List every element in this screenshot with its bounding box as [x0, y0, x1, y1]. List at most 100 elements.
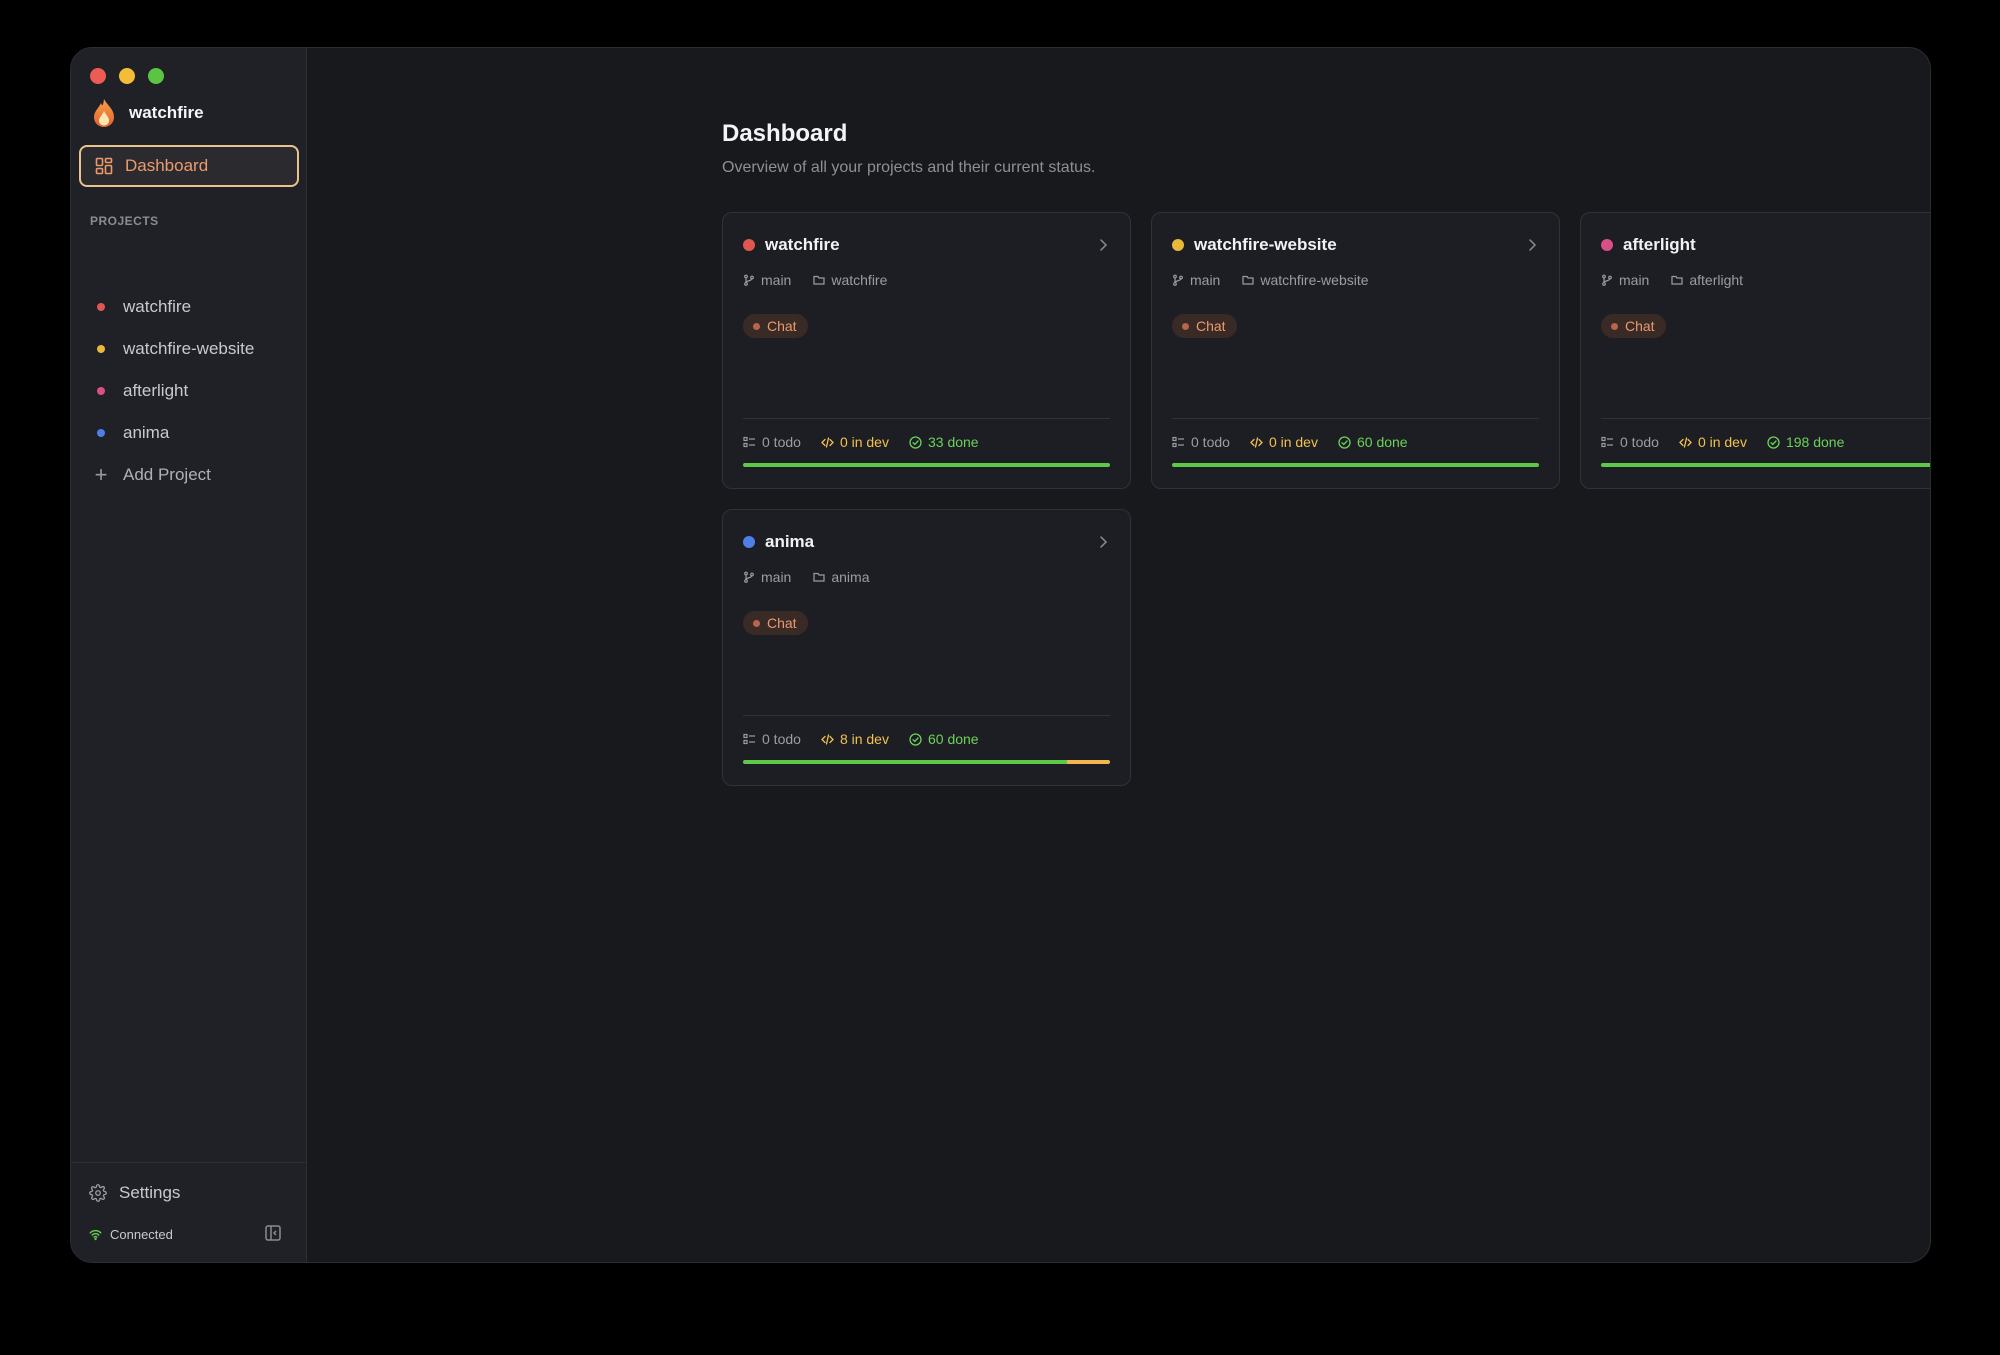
todo-count: 0 todo — [1620, 434, 1659, 450]
chat-badge[interactable]: Chat — [1172, 314, 1237, 338]
project-color-dot — [743, 239, 755, 251]
project-card-afterlight[interactable]: afterlight main afterlight Chat 0 todo 0… — [1580, 212, 1930, 489]
todo-stat: 0 todo — [743, 731, 801, 747]
check-circle-icon — [1767, 435, 1780, 449]
dashboard-grid-icon — [95, 157, 113, 175]
card-header: watchfire-website — [1172, 235, 1539, 255]
app-brand: watchfire — [91, 98, 204, 128]
settings-button[interactable]: Settings — [83, 1177, 186, 1209]
minimize-window-button[interactable] — [119, 68, 135, 84]
wifi-icon — [89, 1229, 102, 1241]
project-color-dot — [97, 345, 105, 353]
app-name: watchfire — [129, 103, 204, 122]
chat-badge[interactable]: Chat — [743, 611, 808, 635]
dev-stat: 0 in dev — [821, 434, 889, 450]
connection-status: Connected — [89, 1227, 173, 1242]
projects-section-label: PROJECTS — [90, 214, 159, 228]
app-window: watchfire Dashboard PROJECTS watchfire w… — [70, 47, 1931, 1263]
sidebar-item-afterlight[interactable]: afterlight — [79, 370, 299, 412]
folder-name: anima — [831, 569, 870, 585]
card-stats: 0 todo 0 in dev 198 done — [1601, 434, 1844, 450]
dev-count: 0 in dev — [1268, 434, 1318, 450]
page-title: Dashboard — [722, 120, 848, 147]
status-dot — [753, 619, 760, 627]
status-dot — [1182, 322, 1189, 330]
card-stats: 0 todo 0 in dev 33 done — [743, 434, 979, 450]
progress-bar — [743, 463, 1110, 467]
card-header: watchfire — [743, 235, 1110, 255]
window-controls — [90, 68, 164, 84]
sidebar-item-dashboard[interactable]: Dashboard — [79, 145, 299, 187]
project-color-dot — [97, 387, 105, 395]
todo-stat: 0 todo — [743, 434, 801, 450]
project-color-dot — [97, 303, 105, 311]
dev-stat: 8 in dev — [821, 731, 889, 747]
progress-bar — [1601, 463, 1930, 467]
chat-badge-label: Chat — [767, 318, 797, 334]
sidebar-item-label: afterlight — [123, 381, 189, 400]
dev-count: 0 in dev — [839, 434, 889, 450]
done-stat: 60 done — [909, 731, 979, 747]
add-project-label: Add Project — [123, 465, 211, 484]
chevron-right-icon[interactable] — [1525, 238, 1539, 252]
chat-badge[interactable]: Chat — [1601, 314, 1666, 338]
close-window-button[interactable] — [90, 68, 106, 84]
code-icon — [821, 436, 834, 448]
card-stats: 0 todo 0 in dev 60 done — [1172, 434, 1408, 450]
folder-icon — [813, 572, 825, 582]
dev-count: 8 in dev — [839, 731, 889, 747]
folder-icon — [1671, 275, 1683, 285]
progress-done-segment — [743, 760, 1067, 764]
check-circle-icon — [909, 435, 922, 449]
card-stats: 0 todo 8 in dev 60 done — [743, 731, 979, 747]
git-branch-icon — [1173, 274, 1183, 286]
progress-done-segment — [1172, 463, 1539, 467]
done-count: 33 done — [927, 434, 979, 450]
settings-label: Settings — [119, 1183, 181, 1202]
chat-badge-label: Chat — [1625, 318, 1655, 334]
project-list: watchfire watchfire-website afterlight a… — [79, 286, 299, 496]
sidebar-footer: Settings Connected — [71, 1162, 306, 1262]
project-color-dot — [97, 429, 105, 437]
code-icon — [1250, 436, 1263, 448]
card-meta: main watchfire — [743, 272, 887, 288]
done-stat: 198 done — [1767, 434, 1844, 450]
dev-stat: 0 in dev — [1679, 434, 1747, 450]
sidebar-item-anima[interactable]: anima — [79, 412, 299, 454]
card-divider — [1172, 418, 1539, 419]
dev-stat: 0 in dev — [1250, 434, 1318, 450]
git-branch-icon — [744, 571, 754, 583]
chevron-right-icon[interactable] — [1096, 535, 1110, 549]
project-card-watchfire[interactable]: watchfire main watchfire Chat 0 todo 0 i… — [722, 212, 1131, 489]
sidebar-item-watchfire-website[interactable]: watchfire-website — [79, 328, 299, 370]
main-content: Dashboard Overview of all your projects … — [307, 48, 1930, 1262]
folder-name: watchfire-website — [1260, 272, 1369, 288]
gear-icon — [89, 1184, 107, 1202]
done-count: 60 done — [1356, 434, 1408, 450]
card-divider — [743, 715, 1110, 716]
done-stat: 60 done — [1338, 434, 1408, 450]
sidebar-item-watchfire[interactable]: watchfire — [79, 286, 299, 328]
project-color-dot — [1172, 239, 1184, 251]
todo-count: 0 todo — [762, 731, 801, 747]
sidebar-item-label: Dashboard — [125, 156, 209, 175]
card-divider — [743, 418, 1110, 419]
check-circle-icon — [909, 732, 922, 746]
done-count: 198 done — [1785, 434, 1845, 450]
chevron-right-icon[interactable] — [1096, 238, 1110, 252]
code-icon — [1679, 436, 1692, 448]
todo-count: 0 todo — [762, 434, 801, 450]
folder-icon — [1242, 275, 1254, 285]
project-card-watchfire-website[interactable]: watchfire-website main watchfire-website… — [1151, 212, 1560, 489]
sidebar-item-label: anima — [123, 423, 170, 442]
add-project-button[interactable]: + Add Project — [79, 454, 299, 496]
sidebar: watchfire Dashboard PROJECTS watchfire w… — [71, 48, 307, 1262]
project-name: watchfire-website — [1194, 235, 1337, 254]
sidebar-item-label: watchfire-website — [123, 339, 255, 358]
zoom-window-button[interactable] — [148, 68, 164, 84]
collapse-sidebar-icon[interactable] — [264, 1224, 282, 1242]
chat-badge[interactable]: Chat — [743, 314, 808, 338]
list-todo-icon — [743, 436, 755, 447]
project-card-anima[interactable]: anima main anima Chat 0 todo 8 in dev 60… — [722, 509, 1131, 786]
dev-count: 0 in dev — [1697, 434, 1747, 450]
